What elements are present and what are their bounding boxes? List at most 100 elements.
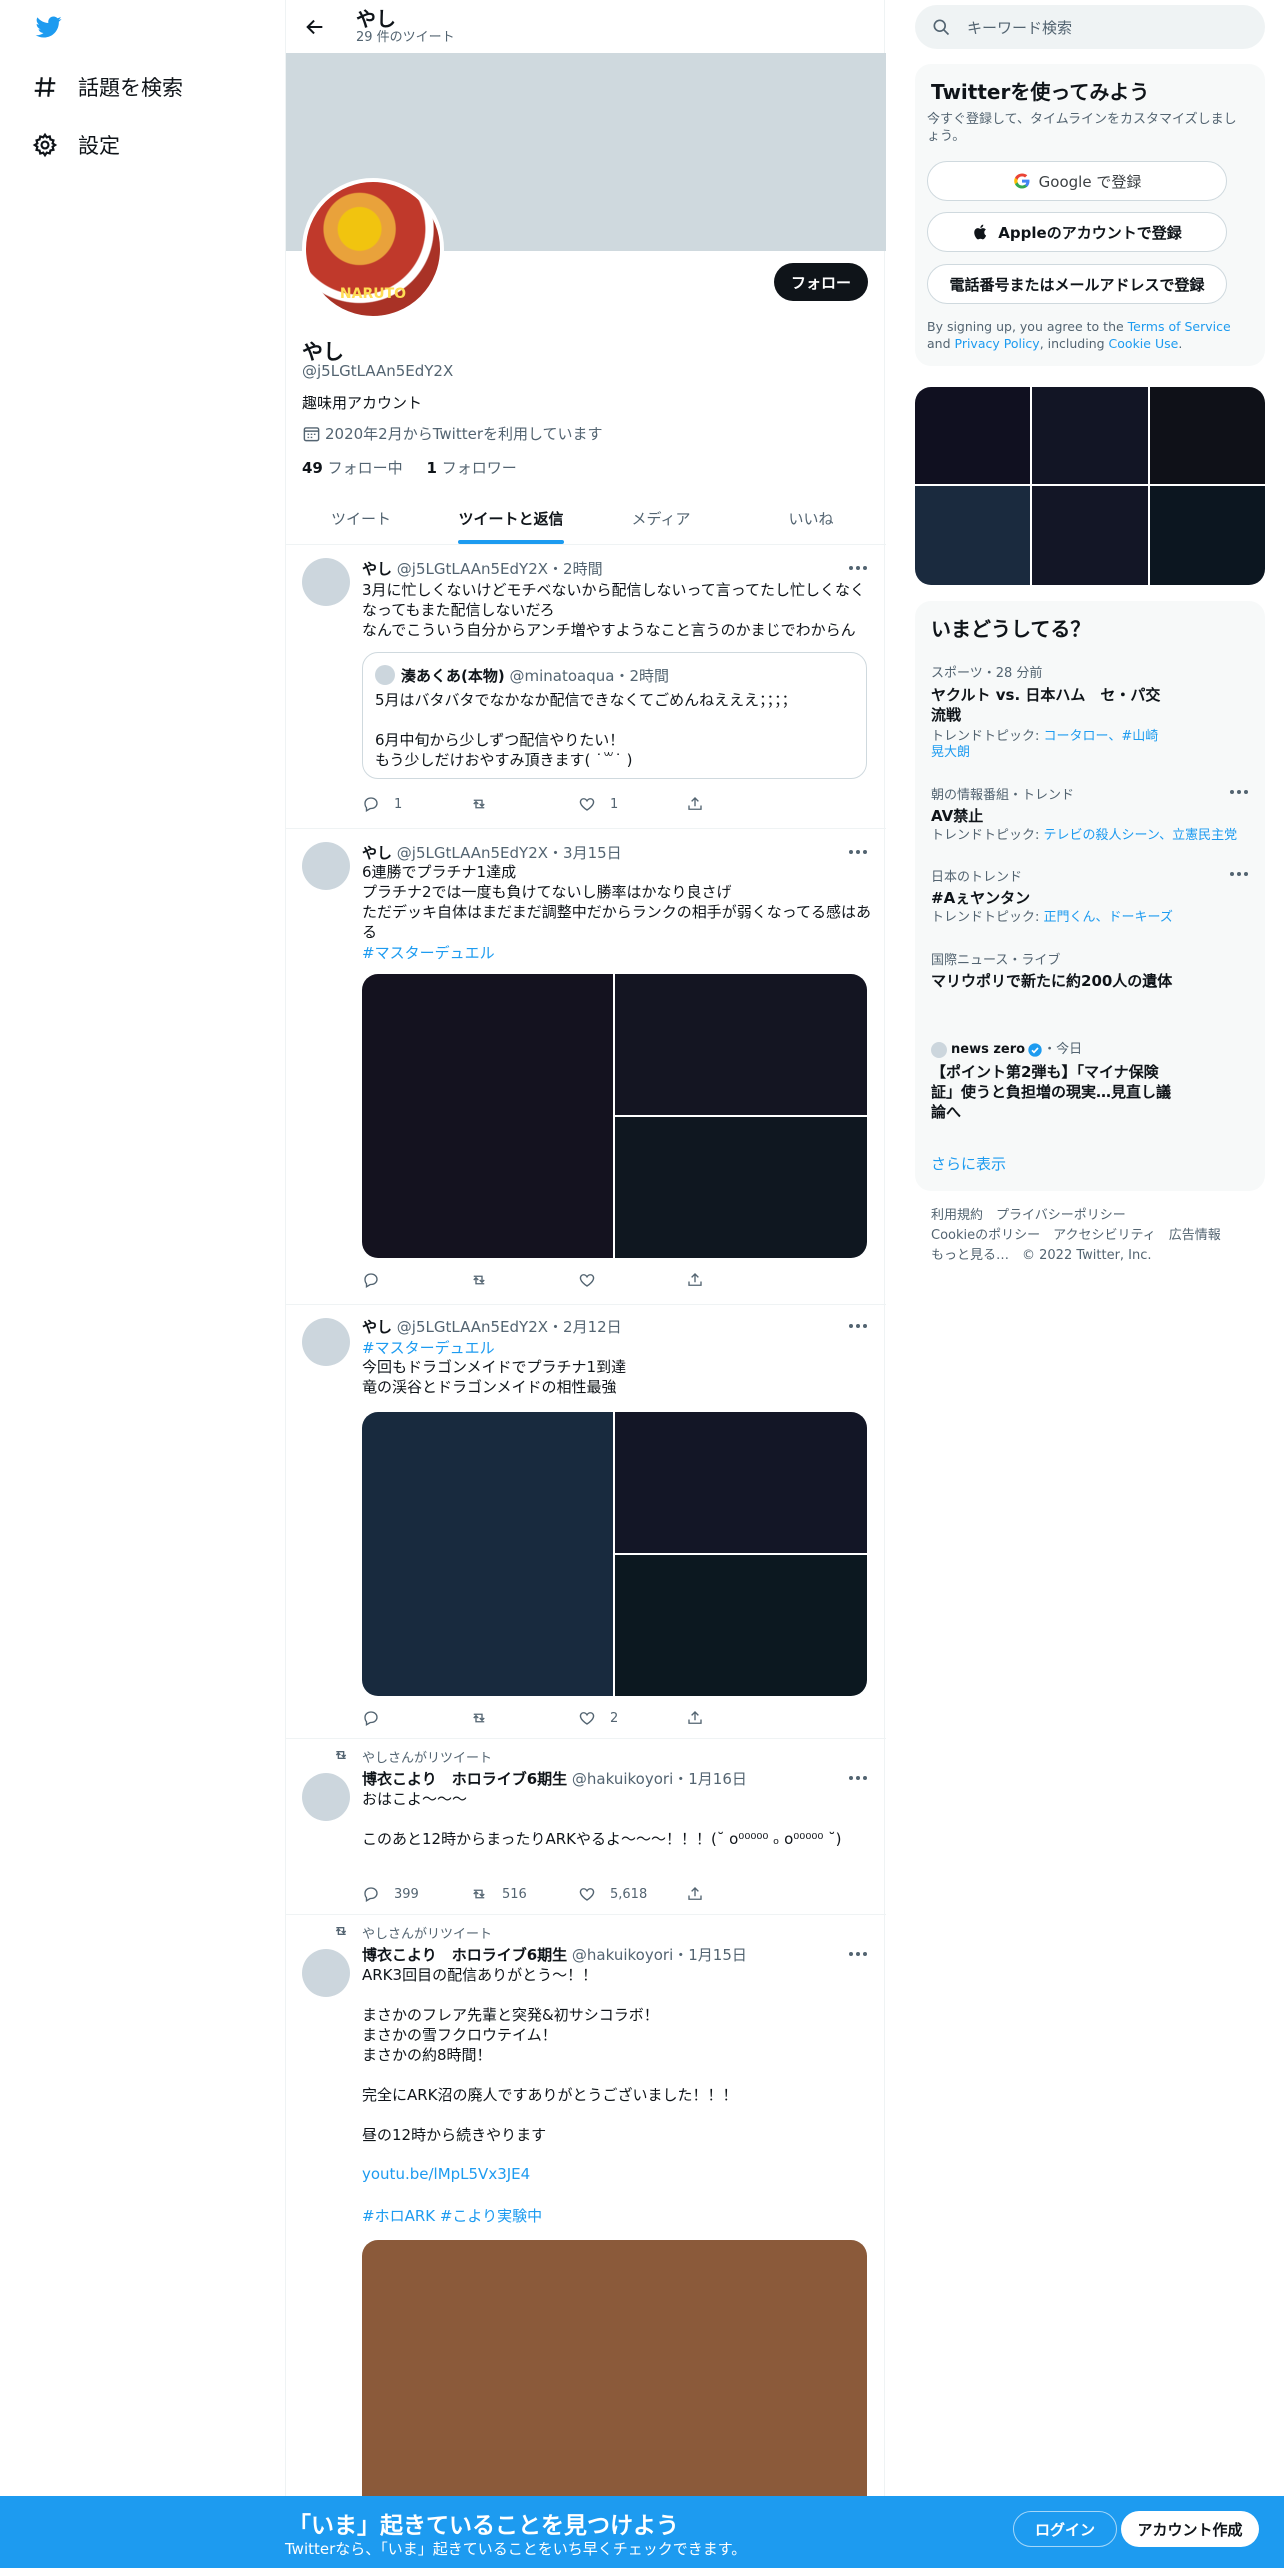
media-thumbnail[interactable] xyxy=(1032,486,1148,585)
terms-of-service-link[interactable]: Terms of Service xyxy=(1128,319,1231,334)
tweet-author-name[interactable]: やし xyxy=(362,560,392,578)
media-image[interactable] xyxy=(615,1117,867,1258)
tweet-author-name[interactable]: 博衣こより ホロライブ6期生 xyxy=(362,1770,567,1788)
share-button[interactable] xyxy=(686,1884,726,1904)
retweet-label[interactable]: やしさんがリツイート xyxy=(362,1923,492,1942)
tab-media[interactable]: メディア xyxy=(586,492,736,544)
tweet-time[interactable]: ・2月12日 xyxy=(548,1318,622,1336)
more-options-icon[interactable] xyxy=(848,565,868,571)
hashtag-link[interactable]: #マスターデュエル xyxy=(362,942,495,963)
retweet-button[interactable] xyxy=(470,1708,578,1728)
tweet-author-handle[interactable]: @hakuikoyori xyxy=(572,1770,673,1788)
tweet-author-name[interactable]: やし xyxy=(362,844,392,862)
like-button[interactable] xyxy=(578,1270,686,1290)
tweet-author-name[interactable]: やし xyxy=(362,1318,392,1336)
trend-item[interactable]: 国際ニュース・ライブ マリウポリで新たに約200人の遺体 xyxy=(931,949,1249,991)
followers-link[interactable]: 1 フォロワー xyxy=(427,459,517,477)
tweet[interactable]: やしさんがリツイート 博衣こより ホロライブ6期生 @hakuikoyori・1… xyxy=(286,1739,886,1915)
trend-item[interactable]: スポーツ・28 分前 ヤクルト vs. 日本ハム セ・パ交流戦 トレンドトピック… xyxy=(931,662,1249,761)
media-thumbnail[interactable] xyxy=(1150,387,1265,484)
youtube-link[interactable]: youtu.be/lMpL5Vx3JE4 xyxy=(362,2165,530,2183)
tab-tweets[interactable]: ツイート xyxy=(286,492,436,544)
hashtag-link[interactable]: #マスターデュエル xyxy=(362,1337,495,1358)
footer-row[interactable]: 利用規約 プライバシーポリシー xyxy=(931,1206,1221,1226)
nav-settings[interactable]: 設定 xyxy=(32,125,120,165)
back-arrow-icon[interactable] xyxy=(304,16,326,38)
tweet[interactable]: やしさんがリツイート 博衣こより ホロライブ6期生 @hakuikoyori・1… xyxy=(286,1915,886,2515)
hashtag-links[interactable]: #ホロARK #こより実験中 xyxy=(362,2205,542,2226)
tweet-time[interactable]: ・1月15日 xyxy=(673,1946,747,1964)
footer-row[interactable]: もっと見る… © 2022 Twitter, Inc. xyxy=(931,1246,1221,1266)
retweet-button[interactable] xyxy=(470,1270,578,1290)
media-thumbnail[interactable] xyxy=(915,387,1030,484)
tweet-author-name[interactable]: 博衣こより ホロライブ6期生 xyxy=(362,1946,567,1964)
retweet-button[interactable] xyxy=(470,794,578,814)
tweet-time[interactable]: ・2時間 xyxy=(548,560,603,578)
tweet-time[interactable]: ・3月15日 xyxy=(548,844,622,862)
tweet[interactable]: やし @j5LGtLAAn5EdY2X・2時間 3月に忙しくないけどモチベないか… xyxy=(286,545,886,829)
more-options-icon[interactable] xyxy=(848,1323,868,1329)
quote-tweet[interactable]: 湊あくあ(本物) @minatoaqua・2時間 5月はバタバタでなかなか配信で… xyxy=(362,652,867,779)
tab-tweets-and-replies[interactable]: ツイートと返信 xyxy=(436,492,586,544)
tweet-author-handle[interactable]: @j5LGtLAAn5EdY2X xyxy=(397,560,548,578)
like-button[interactable]: 1 xyxy=(578,794,686,814)
trend-topic-links[interactable]: 正門くん、ドーキーズ xyxy=(1044,910,1173,925)
retweet-button[interactable]: 516 xyxy=(470,1884,578,1904)
tab-likes[interactable]: いいね xyxy=(736,492,886,544)
phone-email-signup-button[interactable]: 電話番号またはメールアドレスで登録 xyxy=(927,264,1227,304)
cookie-use-link[interactable]: Cookie Use xyxy=(1109,336,1179,351)
profile-avatar[interactable]: NARUTO xyxy=(302,178,444,320)
tweet-time[interactable]: ・1月16日 xyxy=(673,1770,747,1788)
tweet-author-handle[interactable]: @j5LGtLAAn5EdY2X xyxy=(397,1318,548,1336)
share-button[interactable] xyxy=(686,794,726,814)
tweet-avatar[interactable] xyxy=(302,558,350,606)
create-account-button[interactable]: アカウント作成 xyxy=(1121,2511,1259,2547)
tweet[interactable]: やし @j5LGtLAAn5EdY2X・2月12日 #マスターデュエル 今回もド… xyxy=(286,1305,886,1739)
news-item[interactable]: news zero ・今日 【ポイント第2弾も】「マイナ保険証」使うと負担増の現… xyxy=(931,1042,1249,1122)
media-image[interactable] xyxy=(615,1555,867,1696)
apple-signup-button[interactable]: Appleのアカウントで登録 xyxy=(927,212,1227,252)
media-image[interactable] xyxy=(615,974,867,1115)
footer-row[interactable]: Cookieのポリシー アクセシビリティ 広告情報 xyxy=(931,1226,1221,1246)
reply-button[interactable]: 399 xyxy=(362,1884,470,1904)
tweet-author-handle[interactable]: @j5LGtLAAn5EdY2X xyxy=(397,844,548,862)
tweet-avatar[interactable] xyxy=(302,1773,350,1821)
retweet-label[interactable]: やしさんがリツイート xyxy=(362,1747,492,1766)
login-button[interactable]: ログイン xyxy=(1013,2511,1117,2547)
trend-topic-links[interactable]: テレビの殺人シーン、立憲民主党 xyxy=(1044,828,1238,843)
reply-button[interactable] xyxy=(362,1708,470,1728)
like-button[interactable]: 2 xyxy=(578,1708,686,1728)
tweet-author-handle[interactable]: @hakuikoyori xyxy=(572,1946,673,1964)
show-more-link[interactable]: さらに表示 xyxy=(931,1153,1006,1174)
privacy-policy-link[interactable]: Privacy Policy xyxy=(955,336,1040,351)
media-image[interactable] xyxy=(615,1412,867,1553)
more-options-icon[interactable] xyxy=(848,1775,868,1781)
twitter-logo-icon[interactable] xyxy=(34,14,64,40)
more-options-icon[interactable] xyxy=(848,1951,868,1957)
media-image[interactable] xyxy=(362,974,613,1258)
tweet-media-grid[interactable] xyxy=(362,1412,867,1696)
more-options-icon[interactable] xyxy=(1229,871,1249,877)
tweet-avatar[interactable] xyxy=(302,1318,350,1366)
media-image[interactable] xyxy=(362,1412,613,1696)
media-thumbnail[interactable] xyxy=(915,486,1030,585)
like-button[interactable]: 5,618 xyxy=(578,1884,686,1904)
follow-button[interactable]: フォロー xyxy=(774,263,868,301)
trend-item[interactable]: 日本のトレンド #Aぇヤンタン トレンドトピック: 正門くん、ドーキーズ xyxy=(931,866,1249,926)
media-thumbnail[interactable] xyxy=(1032,387,1148,484)
more-options-icon[interactable] xyxy=(1229,789,1249,795)
reply-button[interactable]: 1 xyxy=(362,794,470,814)
tweet-avatar[interactable] xyxy=(302,1949,350,1997)
more-options-icon[interactable] xyxy=(848,849,868,855)
google-signup-button[interactable]: Google で登録 xyxy=(927,161,1227,201)
share-button[interactable] xyxy=(686,1270,726,1290)
search-input[interactable]: キーワード検索 xyxy=(915,5,1265,49)
reply-button[interactable] xyxy=(362,1270,470,1290)
nav-explore[interactable]: 話題を検索 xyxy=(32,67,183,107)
tweet[interactable]: やし @j5LGtLAAn5EdY2X・3月15日 6連勝でプラチナ1達成 プラ… xyxy=(286,829,886,1305)
media-image[interactable] xyxy=(362,2240,867,2515)
trend-item[interactable]: 朝の情報番組・トレンド AV禁止 トレンドトピック: テレビの殺人シーン、立憲民… xyxy=(931,784,1249,844)
following-link[interactable]: 49 フォロー中 xyxy=(302,459,403,477)
share-button[interactable] xyxy=(686,1708,726,1728)
media-thumbnail[interactable] xyxy=(1150,486,1265,585)
